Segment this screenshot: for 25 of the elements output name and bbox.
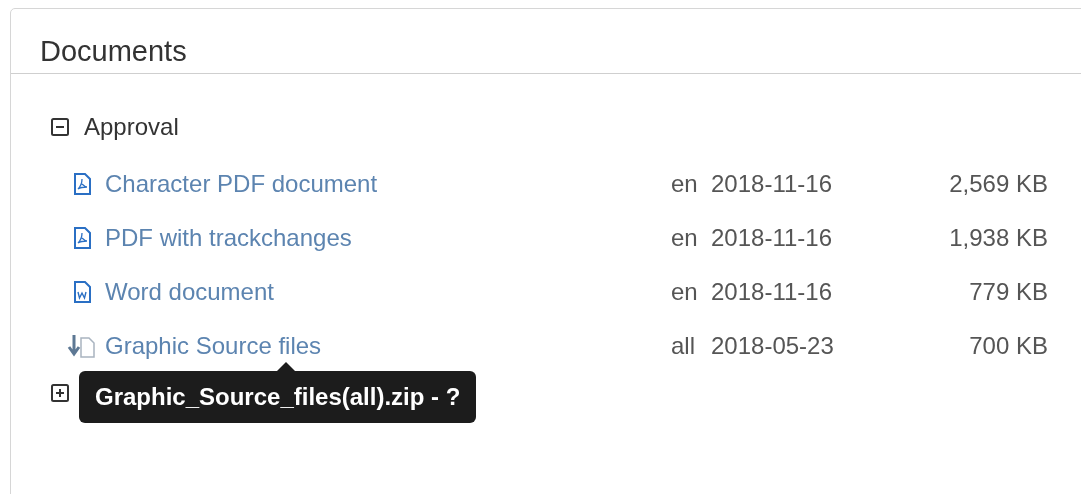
document-date: 2018-05-23 — [711, 332, 835, 360]
collapse-icon[interactable] — [51, 118, 69, 136]
file-size: 779 KB — [968, 278, 1048, 306]
language-code: en — [671, 224, 699, 252]
document-date: 2018-11-16 — [711, 278, 833, 306]
document-link[interactable]: Word document — [105, 278, 671, 306]
pdf-file-icon — [73, 173, 91, 195]
panel-title: Documents — [11, 9, 1081, 74]
document-link[interactable]: Character PDF document — [105, 170, 671, 198]
expand-icon[interactable] — [51, 384, 69, 402]
language-code: all — [671, 332, 696, 360]
word-file-icon — [73, 281, 91, 303]
document-link[interactable]: PDF with trackchanges — [105, 224, 671, 252]
group-label[interactable]: Approval — [84, 113, 179, 141]
document-date: 2018-11-16 — [711, 224, 833, 252]
document-date: 2018-11-16 — [711, 170, 833, 198]
download-file-icon — [67, 333, 97, 359]
file-size: 2,569 KB — [948, 170, 1048, 198]
pdf-file-icon — [73, 227, 91, 249]
tooltip-text: Graphic_Source_files(all).zip - ? — [95, 383, 461, 410]
language-code: en — [671, 170, 699, 198]
file-size: 1,938 KB — [948, 224, 1048, 252]
file-size: 700 KB — [968, 332, 1048, 360]
document-link[interactable]: Graphic Source files — [105, 332, 671, 360]
language-code: en — [671, 278, 699, 306]
